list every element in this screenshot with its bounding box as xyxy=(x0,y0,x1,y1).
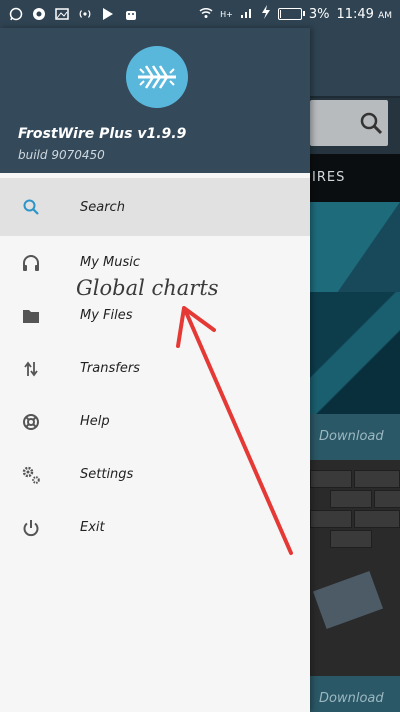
settings-gears-icon xyxy=(20,464,42,486)
background-app: IRES Download Download xyxy=(310,28,400,712)
annotation-text: Global charts xyxy=(76,276,219,300)
power-icon xyxy=(20,517,42,539)
background-toolbar xyxy=(310,28,400,96)
lifebuoy-icon xyxy=(20,411,42,433)
charging-icon xyxy=(261,5,271,23)
clock-time: 11:49 xyxy=(336,6,374,22)
network-type-label: H+ xyxy=(220,9,233,19)
menu-item-label: Search xyxy=(80,199,125,215)
hotspot-icon xyxy=(78,7,92,21)
battery-percent: 3% xyxy=(308,6,330,22)
background-tab-label: IRES xyxy=(312,170,346,185)
android-icon xyxy=(124,7,138,21)
whatsapp-icon xyxy=(9,7,23,21)
menu-item-label: Help xyxy=(80,414,110,429)
app-name: FrostWire Plus v1.9.9 xyxy=(18,126,187,142)
chat-icon xyxy=(32,7,46,21)
drawer-header: FrostWire Plus v1.9.9 build 9070450 xyxy=(0,28,310,173)
transfers-icon xyxy=(20,358,42,380)
background-tab-bar[interactable]: IRES xyxy=(310,154,400,202)
status-bar: H+ 3% 11:49 AM xyxy=(0,0,400,28)
menu-item-label: My Music xyxy=(80,255,141,270)
wifi-icon xyxy=(199,5,213,23)
play-store-icon xyxy=(101,7,115,21)
background-card-image[interactable] xyxy=(310,202,400,414)
navigation-drawer: FrostWire Plus v1.9.9 build 9070450 Sear… xyxy=(0,28,310,712)
search-icon xyxy=(20,196,42,218)
menu-item-label: Transfers xyxy=(80,361,140,376)
menu-item-label: Settings xyxy=(80,467,134,482)
menu-item-exit[interactable]: Exit xyxy=(0,501,310,554)
clock-ampm: AM xyxy=(378,10,392,21)
signal-icon xyxy=(240,5,254,23)
menu-item-label: Exit xyxy=(80,520,105,535)
download-label: Download xyxy=(319,429,384,444)
menu-item-label: My Files xyxy=(80,308,133,323)
drawer-menu: Search My Music My Files Transfers Help xyxy=(0,178,310,554)
headphones-icon xyxy=(20,252,42,274)
download-label-2: Download xyxy=(319,691,384,706)
menu-item-search[interactable]: Search xyxy=(0,178,310,236)
search-icon[interactable] xyxy=(356,108,386,138)
background-card-image-2[interactable] xyxy=(310,460,400,684)
download-button[interactable]: Download xyxy=(310,414,400,460)
menu-item-settings[interactable]: Settings xyxy=(0,448,310,501)
battery-icon xyxy=(277,8,305,20)
app-build: build 9070450 xyxy=(18,148,105,162)
folder-icon xyxy=(20,305,42,327)
menu-item-help[interactable]: Help xyxy=(0,395,310,448)
frostwire-logo-icon xyxy=(126,46,188,108)
download-button-2[interactable]: Download xyxy=(310,676,400,712)
menu-item-transfers[interactable]: Transfers xyxy=(0,342,310,395)
image-icon xyxy=(55,7,69,21)
clock: 11:49 AM xyxy=(336,7,392,22)
